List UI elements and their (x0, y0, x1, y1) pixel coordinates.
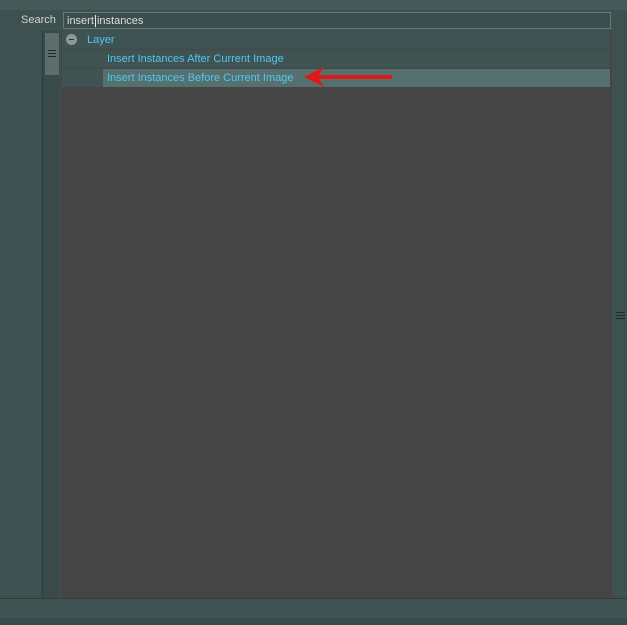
grip-line (616, 315, 625, 316)
search-input[interactable] (63, 12, 611, 29)
text-caret (95, 15, 96, 27)
status-bar (0, 598, 627, 618)
grip-line (616, 318, 625, 319)
collapse-minus-icon[interactable] (66, 34, 77, 45)
tree-group-layer[interactable]: Layer (62, 31, 610, 49)
left-scrollbar-thumb[interactable] (45, 33, 59, 75)
tree-item-label: Insert Instances Before Current Image (107, 72, 294, 84)
grip-line (48, 56, 56, 57)
tree-item-label: Insert Instances After Current Image (107, 53, 284, 65)
grip-line (48, 53, 56, 54)
results-tree: Layer Insert Instances After Current Ima… (61, 31, 612, 598)
grip-line (48, 50, 56, 51)
search-bar: Search (0, 10, 627, 31)
bottom-strip (0, 618, 627, 625)
left-side-panel (0, 31, 42, 598)
search-label: Search (21, 14, 56, 26)
tree-group-label: Layer (87, 34, 115, 46)
search-menu-window: Search Layer Insert Instances After Curr… (0, 0, 627, 625)
red-arrow-icon (304, 67, 392, 87)
grip-line (616, 312, 625, 313)
title-strip (0, 0, 627, 10)
left-scrollbar[interactable] (42, 31, 60, 598)
